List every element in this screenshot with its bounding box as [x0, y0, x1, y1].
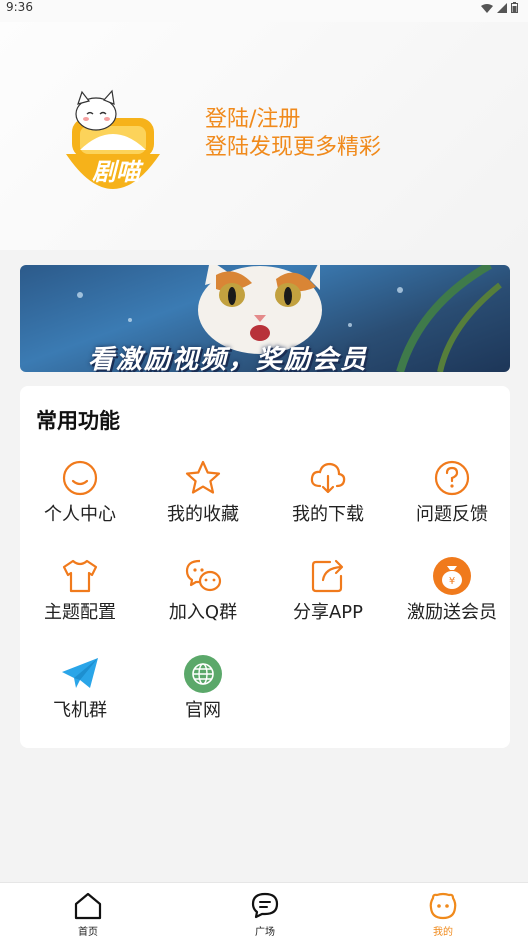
nav-square[interactable]: 广场: [225, 891, 305, 941]
features-card: 常用功能 个人中心 我的收藏 我的下载 问题反馈 主题配置 加入Q群 分享APP…: [20, 386, 510, 748]
feature-telegram-group[interactable]: 飞机群: [20, 654, 140, 734]
feature-label: 个人中心: [44, 504, 116, 525]
feature-official-site[interactable]: 官网: [143, 654, 263, 734]
question-icon: [434, 460, 470, 496]
feature-theme[interactable]: 主题配置: [20, 556, 140, 636]
home-icon: [74, 892, 102, 920]
reward-video-banner[interactable]: 看激励视频，奖励会员: [20, 265, 510, 372]
tshirt-icon: [62, 559, 98, 593]
star-icon: [185, 460, 221, 494]
signal-icon: [497, 2, 507, 13]
feature-label: 我的下载: [292, 504, 364, 525]
feature-favorites[interactable]: 我的收藏: [143, 458, 263, 538]
svg-text:¥: ¥: [449, 576, 455, 587]
battery-icon: [511, 2, 518, 13]
paper-plane-icon: [62, 658, 98, 688]
nav-label: 广场: [255, 927, 275, 938]
feature-reward-vip[interactable]: ¥ 激励送会员: [392, 556, 512, 636]
feature-feedback[interactable]: 问题反馈: [392, 458, 512, 538]
feature-join-qq-group[interactable]: 加入Q群: [143, 556, 263, 636]
cloud-download-icon: [310, 462, 346, 494]
chat-bubble-icon: [251, 892, 279, 919]
share-icon: [311, 559, 344, 593]
feature-label: 我的收藏: [167, 504, 239, 525]
feature-label: 加入Q群: [168, 602, 238, 623]
globe-icon: [184, 655, 222, 693]
feature-share-app[interactable]: 分享APP: [268, 556, 388, 636]
chat-icon: [185, 559, 222, 592]
nav-label: 我的: [433, 927, 453, 938]
feature-label: 主题配置: [44, 602, 116, 623]
bottom-nav: 首页 广场 我的: [0, 882, 528, 941]
banner-text: 看激励视频，奖励会员: [88, 345, 369, 372]
status-time: 9:36: [6, 0, 33, 14]
login-subtitle: 登陆发现更多精彩: [205, 135, 382, 160]
money-bag-icon: ¥: [433, 557, 471, 595]
status-icons: [481, 2, 518, 13]
logo-text: 剧喵: [92, 158, 140, 186]
nav-home[interactable]: 首页: [48, 891, 128, 941]
profile-header: 剧喵 登陆/注册 登陆发现更多精彩: [0, 22, 528, 250]
feature-label: 官网: [185, 700, 221, 721]
features-title: 常用功能: [36, 409, 120, 433]
feature-label: 问题反馈: [416, 504, 488, 525]
face-icon: [429, 892, 457, 920]
status-bar: 9:36: [0, 0, 528, 22]
feature-label: 分享APP: [292, 602, 364, 623]
nav-mine[interactable]: 我的: [403, 891, 483, 941]
feature-personal-center[interactable]: 个人中心: [20, 458, 140, 538]
wifi-icon: [481, 3, 493, 13]
login-register-link[interactable]: 登陆/注册: [205, 106, 300, 134]
feature-label: 激励送会员: [407, 602, 497, 623]
feature-downloads[interactable]: 我的下载: [268, 458, 388, 538]
smile-icon: [62, 460, 98, 496]
feature-label: 飞机群: [53, 700, 107, 721]
nav-label: 首页: [78, 927, 98, 938]
